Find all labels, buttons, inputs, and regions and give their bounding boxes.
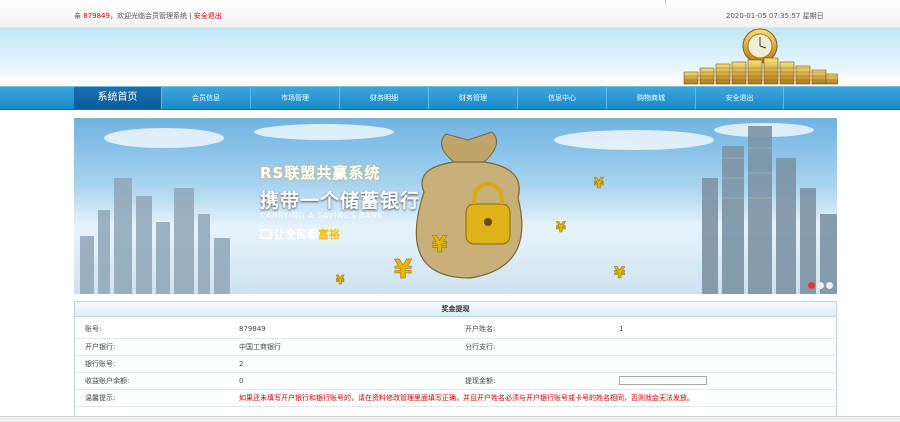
- banner-illustration: ¥ ¥ ¥ ¥ ¥ ¥: [80, 123, 837, 294]
- nav-item-finance-details[interactable]: 财务明细: [340, 87, 429, 109]
- table-row: 银行账号: 2: [75, 355, 836, 373]
- slide-indicator: [806, 282, 833, 291]
- withdraw-form: 账号: 879849 开户姓名: 1 开户银行: 中国工商银行 分行支行: 银行…: [75, 321, 836, 407]
- promo-banner: ¥ ¥ ¥ ¥ ¥ ¥ RS联盟共赢系统 携带一个储蓄银行 CARRYING A SA…: [74, 118, 837, 294]
- header: [0, 28, 900, 86]
- svg-text:¥: ¥: [556, 220, 566, 236]
- tip-row: 温馨提示: 如果还未填写开户银行和银行账号的，请在资料修改管理里面填写正确，并且…: [75, 389, 836, 407]
- svg-text:¥: ¥: [394, 255, 412, 285]
- banner-subtitle: 携带一个储蓄银行: [260, 190, 421, 212]
- empty-cell: [609, 355, 836, 373]
- slogan-text: 让全民都: [274, 228, 318, 241]
- user-id: 879849: [83, 12, 110, 20]
- nav-item-market[interactable]: 市场管理: [251, 87, 340, 109]
- nav-item-info-center[interactable]: 信息中心: [518, 87, 607, 109]
- label-bank-account: 银行账号:: [75, 355, 229, 373]
- label-bank: 开户银行:: [75, 338, 229, 356]
- tip-label: 温馨提示:: [75, 389, 229, 407]
- label-holder-name: 开户姓名:: [455, 321, 609, 339]
- value-bank-account: 2: [229, 355, 455, 373]
- nav-item-home[interactable]: 系统首页: [74, 87, 162, 109]
- greeting-suffix: ，欢迎光临会员管理系统 |: [109, 12, 192, 20]
- label-withdraw-amount: 提现金额:: [455, 372, 609, 390]
- label-branch: 分行支行:: [455, 338, 609, 356]
- slide-dot[interactable]: [817, 282, 824, 289]
- value-account: 879849: [229, 321, 455, 339]
- greeting-prefix: 亲: [74, 12, 81, 20]
- main-nav: 系统首页 会员信息 市场管理 财务明细 财务管理 信息中心 购物商城 安全退出: [0, 86, 900, 110]
- svg-text:¥: ¥: [432, 233, 448, 258]
- datetime: 2020-01-05 07:35:57 星期日: [726, 12, 824, 20]
- label-balance: 收益账户余额:: [75, 372, 229, 390]
- value-holder-name: 1: [609, 321, 836, 339]
- slide-dot-active[interactable]: [808, 282, 815, 289]
- banner-title: RS联盟共赢系统: [260, 164, 381, 182]
- nav-item-shop[interactable]: 购物商城: [607, 87, 696, 109]
- empty-cell: [455, 355, 609, 373]
- value-branch: [609, 338, 836, 356]
- logout-link[interactable]: 安全退出: [194, 12, 222, 20]
- withdraw-amount-input[interactable]: [619, 376, 707, 385]
- value-balance: 0: [229, 372, 455, 390]
- table-row: 账号: 879849 开户姓名: 1: [75, 321, 836, 339]
- banner-slogan: 让全民都富裕: [260, 226, 340, 242]
- coins-clock-graphic: [683, 28, 838, 85]
- panel-title: 奖金提现: [75, 302, 836, 317]
- nav-item-finance-manage[interactable]: 财务管理: [429, 87, 518, 109]
- slide-dot[interactable]: [826, 282, 833, 289]
- tip-text: 如果还未填写开户银行和银行账号的，请在资料修改管理里面填写正确，并且开户姓名必须…: [229, 389, 836, 407]
- banner-english: CARRYING A SAVINGS BANK: [260, 211, 384, 220]
- nav-item-member-info[interactable]: 会员信息: [162, 87, 251, 109]
- nav-item-logout[interactable]: 安全退出: [696, 87, 784, 109]
- svg-text:¥: ¥: [594, 176, 604, 192]
- withdraw-panel: 奖金提现 账号: 879849 开户姓名: 1 开户银行: 中国工商银行 分行支…: [74, 301, 837, 422]
- square-mark-icon: [260, 229, 272, 239]
- top-bar: 亲 879849，欢迎光临会员管理系统 | 安全退出 2020-01-05 07…: [0, 0, 900, 28]
- browser-status-bar: [0, 416, 900, 422]
- divider: [665, 0, 666, 5]
- svg-text:¥: ¥: [614, 263, 625, 282]
- withdraw-amount-cell: [609, 372, 836, 390]
- svg-text:¥: ¥: [336, 273, 345, 287]
- slogan-highlight: 富裕: [318, 228, 340, 241]
- welcome-text: 亲 879849，欢迎光临会员管理系统 | 安全退出: [74, 11, 222, 21]
- label-account: 账号:: [75, 321, 229, 339]
- value-bank: 中国工商银行: [229, 338, 455, 356]
- table-row: 收益账户余额: 0 提现金额:: [75, 372, 836, 390]
- table-row: 开户银行: 中国工商银行 分行支行:: [75, 338, 836, 356]
